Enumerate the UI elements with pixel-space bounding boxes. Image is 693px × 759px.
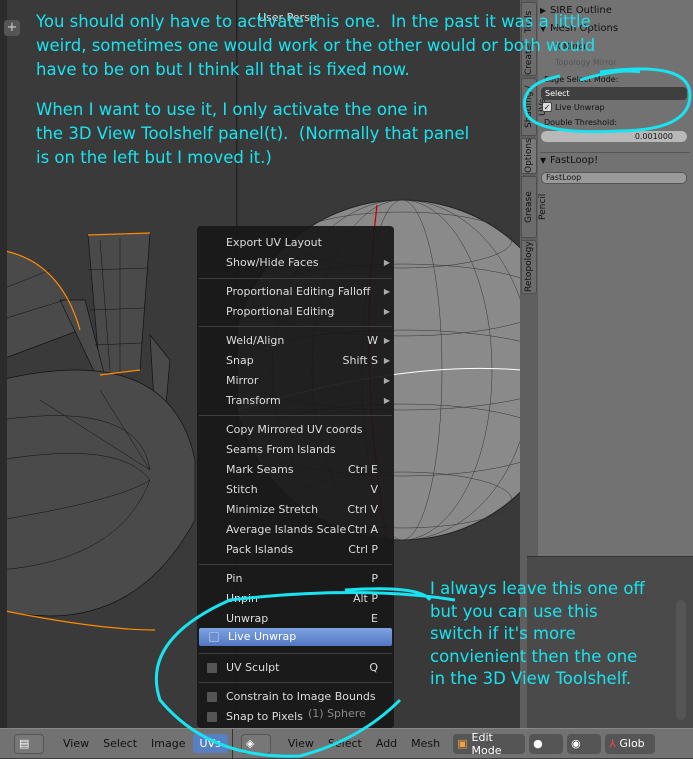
menu-item-proportional-editing-falloff[interactable]: Proportional Editing Falloff ▶ bbox=[197, 282, 394, 302]
fastloop-button[interactable]: FastLoop bbox=[541, 172, 687, 184]
annotation-middle: When I want to use it, I only activate t… bbox=[36, 100, 470, 167]
object-label: (1) Sphere bbox=[308, 707, 366, 720]
menu-item-transform[interactable]: Transform ▶ bbox=[197, 391, 394, 411]
checkbox-icon bbox=[207, 712, 217, 722]
submenu-arrow-icon: ▶ bbox=[383, 258, 390, 267]
menu-3d-view[interactable]: View bbox=[281, 734, 321, 753]
tab-options[interactable]: Options bbox=[521, 138, 537, 174]
uvs-menu: Export UV Layout Show/Hide Faces ▶ Propor… bbox=[197, 226, 394, 728]
menu-item-proportional-editing[interactable]: Proportional Editing ▶ bbox=[197, 302, 394, 322]
submenu-arrow-icon: ▶ bbox=[383, 336, 390, 345]
menu-item-pin[interactable]: Pin P bbox=[197, 569, 394, 589]
divider bbox=[199, 653, 392, 654]
submenu-arrow-icon: ▶ bbox=[383, 307, 390, 316]
menu-item-unwrap[interactable]: Unwrap E bbox=[197, 609, 394, 629]
scrollbar[interactable] bbox=[676, 600, 686, 720]
menu-mesh[interactable]: Mesh bbox=[404, 734, 447, 753]
menu-item-uv-sculpt[interactable]: UV Sculpt Q bbox=[197, 658, 394, 678]
divider bbox=[199, 564, 392, 565]
menu-item-minimize-stretch[interactable]: Minimize Stretch Ctrl V bbox=[197, 500, 394, 520]
menu-item-weld-align[interactable]: Weld/Align W ▶ bbox=[197, 331, 394, 351]
divider bbox=[199, 278, 392, 279]
menu-item-mark-seams[interactable]: Mark Seams Ctrl E bbox=[197, 460, 394, 480]
tab-grease-pencil[interactable]: Grease Pencil bbox=[521, 176, 548, 238]
mode-dropdown[interactable]: ▣ Edit Mode bbox=[453, 731, 526, 757]
annotation-bottom: I always leave this one off but you can … bbox=[430, 579, 645, 688]
menu-select[interactable]: Select bbox=[96, 734, 144, 753]
panel-title: FastLoop! bbox=[550, 155, 599, 166]
live-unwrap-label: Live Unwrap bbox=[555, 103, 605, 112]
menu-item-seams-from-islands[interactable]: Seams From Islands bbox=[197, 440, 394, 460]
checkbox-icon bbox=[207, 692, 217, 702]
menu-item-constrain-to-image-bounds[interactable]: Constrain to Image Bounds bbox=[197, 687, 394, 707]
menu-item-average-islands-scale[interactable]: Average Islands Scale Ctrl A bbox=[197, 520, 394, 540]
menu-item-live-unwrap[interactable]: Live Unwrap bbox=[199, 628, 392, 646]
transform-orientation[interactable]: ⅄ Glob bbox=[605, 733, 656, 754]
live-unwrap-checkbox[interactable]: ✓ bbox=[542, 102, 552, 112]
tab-shading-uvs[interactable]: Shading / UVs bbox=[521, 78, 548, 136]
submenu-arrow-icon: ▶ bbox=[383, 396, 390, 405]
menu-item-show-hide-faces[interactable]: Show/Hide Faces ▶ bbox=[197, 253, 394, 273]
tab-retopology[interactable]: Retopology bbox=[521, 240, 537, 294]
edit-mode-icon: ▣ bbox=[457, 737, 468, 750]
menu-item-mirror[interactable]: Mirror ▶ bbox=[197, 371, 394, 391]
manipulator-icon: ⅄ bbox=[609, 737, 616, 750]
menu-item-copy-mirrored-uv[interactable]: Copy Mirrored UV coords bbox=[197, 420, 394, 440]
viewport-shading-dropdown[interactable]: ● bbox=[529, 733, 564, 754]
edge-select-mode-dropdown[interactable]: Select bbox=[541, 87, 687, 100]
divider bbox=[199, 326, 392, 327]
submenu-arrow-icon: ▶ bbox=[383, 287, 390, 296]
menu-item-snap[interactable]: Snap Shift S ▶ bbox=[197, 351, 394, 371]
editor-type-icon[interactable]: ▤ bbox=[14, 733, 44, 754]
checkbox-icon bbox=[209, 632, 219, 642]
double-threshold-field[interactable]: 0.001000 bbox=[541, 131, 687, 142]
panel-fastloop[interactable]: ▼ FastLoop! bbox=[540, 152, 690, 166]
3d-editor-type-icon[interactable]: ◈ bbox=[240, 733, 271, 754]
left-edge-strip bbox=[0, 0, 7, 728]
menu-uvs[interactable]: UVs bbox=[192, 734, 228, 753]
menu-item-unpin[interactable]: Unpin Alt P bbox=[197, 589, 394, 609]
checkbox-icon bbox=[207, 663, 217, 673]
expanded-triangle-icon: ▼ bbox=[540, 156, 547, 165]
menu-image[interactable]: Image bbox=[144, 734, 192, 753]
bottom-header: ▤ View Select Image UVs ◈ View Select Ad… bbox=[0, 728, 693, 759]
menu-item-stitch[interactable]: Stitch V bbox=[197, 480, 394, 500]
pivot-dropdown[interactable]: ◉ bbox=[567, 733, 602, 754]
menu-view[interactable]: View bbox=[56, 734, 96, 753]
divider bbox=[199, 415, 392, 416]
menu-add[interactable]: Add bbox=[369, 734, 404, 753]
divider bbox=[199, 682, 392, 683]
submenu-arrow-icon: ▶ bbox=[383, 356, 390, 365]
add-region-button[interactable]: + bbox=[4, 20, 20, 36]
submenu-arrow-icon: ▶ bbox=[383, 376, 390, 385]
menu-item-pack-islands[interactable]: Pack Islands Ctrl P bbox=[197, 540, 394, 560]
double-threshold-label: Double Threshold: bbox=[544, 118, 618, 127]
annotation-top: You should only have to activate this on… bbox=[36, 12, 596, 79]
menu-item-export-uv-layout[interactable]: Export UV Layout bbox=[197, 233, 394, 253]
menu-3d-select[interactable]: Select bbox=[321, 734, 369, 753]
